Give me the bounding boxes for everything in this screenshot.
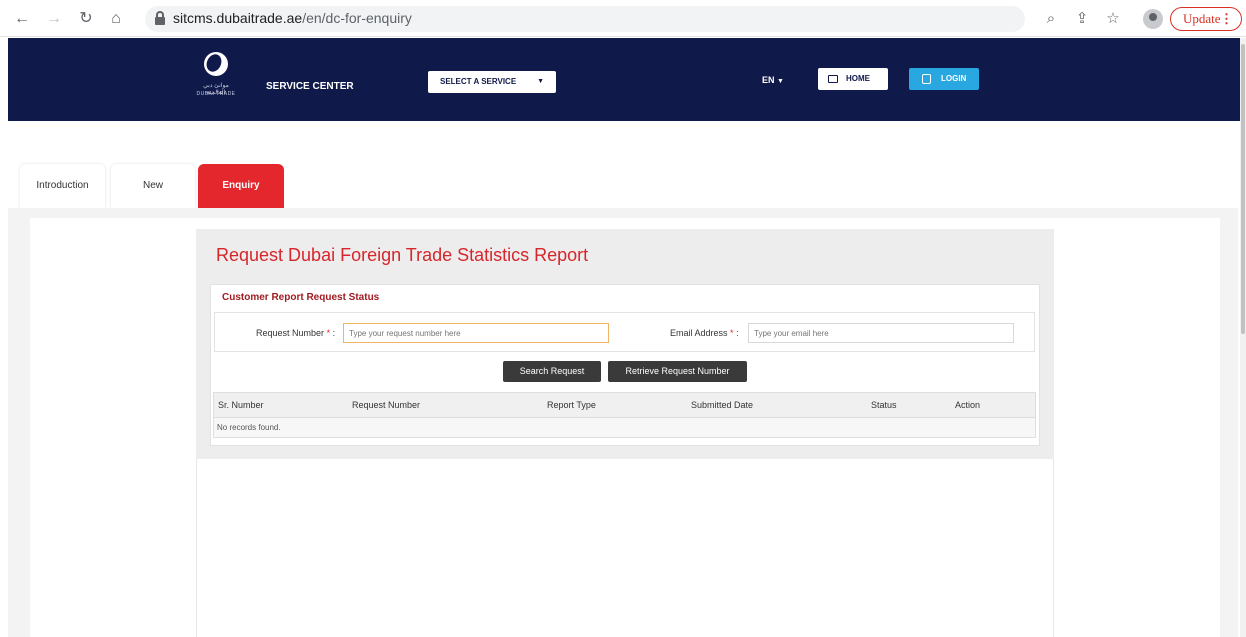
home-button[interactable]: HOME <box>818 68 888 90</box>
table-row <box>213 418 1036 438</box>
share-icon[interactable]: ⇪ <box>1072 9 1092 29</box>
search-request-button[interactable]: Search Request <box>503 361 601 382</box>
home-login-icon <box>828 75 838 83</box>
column-header-report-type: Report Type <box>547 400 596 410</box>
table-header <box>213 392 1036 418</box>
forward-icon[interactable]: → <box>44 9 64 29</box>
caret-down-icon: ▼ <box>777 78 784 85</box>
tab-introduction[interactable]: Introduction <box>20 164 105 208</box>
profile-avatar-icon[interactable] <box>1143 9 1163 29</box>
lock-icon <box>155 11 165 25</box>
scrollbar-thumb[interactable] <box>1241 44 1245 334</box>
zoom-icon[interactable]: ⌕ <box>1041 9 1061 29</box>
select-service-dropdown[interactable]: SELECT A SERVICE ▼ <box>428 71 556 93</box>
page-title: Request Dubai Foreign Trade Statistics R… <box>216 245 589 265</box>
caret-down-icon: ▼ <box>537 78 544 85</box>
language-selector[interactable]: EN ▼ <box>762 75 784 85</box>
section-title: Customer Report Request Status <box>222 292 380 303</box>
column-header-status: Status <box>871 400 897 410</box>
retrieve-request-number-button[interactable]: Retrieve Request Number <box>608 361 747 382</box>
service-center-title: SERVICE CENTER <box>266 81 354 92</box>
address-bar[interactable]: sitcms.dubaitrade.ae/en/dc-for-enquiry <box>145 6 1025 32</box>
column-header-sr-number: Sr. Number <box>218 400 264 410</box>
tab-enquiry[interactable]: Enquiry <box>198 164 284 208</box>
request-number-input[interactable] <box>343 323 609 343</box>
lock-icon <box>922 74 931 84</box>
email-address-label: Email Address * : <box>670 328 739 338</box>
back-icon[interactable]: ← <box>12 9 32 29</box>
logo-mark-icon <box>204 52 228 76</box>
reload-icon[interactable]: ↻ <box>76 9 96 29</box>
request-number-label: Request Number * : <box>256 328 336 338</box>
login-button[interactable]: LOGIN <box>909 68 979 90</box>
url-text: sitcms.dubaitrade.ae/en/dc-for-enquiry <box>173 10 412 26</box>
empty-table-message: No records found. <box>217 423 281 432</box>
tab-new[interactable]: New <box>111 164 195 208</box>
bookmark-star-icon[interactable]: ☆ <box>1103 9 1123 29</box>
browser-toolbar: ← → ↻ ⌂ sitcms.dubaitrade.ae/en/dc-for-e… <box>0 0 1246 37</box>
dubai-trade-logo[interactable]: موانئ دبي العالمية DUBAI TRADE <box>196 52 236 106</box>
column-header-submitted-date: Submitted Date <box>691 400 754 410</box>
home-icon[interactable]: ⌂ <box>106 9 126 29</box>
email-address-input[interactable] <box>748 323 1014 343</box>
update-button[interactable]: Update ⋮ <box>1170 7 1242 31</box>
site-header: موانئ دبي العالمية DUBAI TRADE SERVICE C… <box>8 38 1240 121</box>
column-header-action: Action <box>955 400 981 410</box>
column-header-request-number: Request Number <box>352 400 421 410</box>
